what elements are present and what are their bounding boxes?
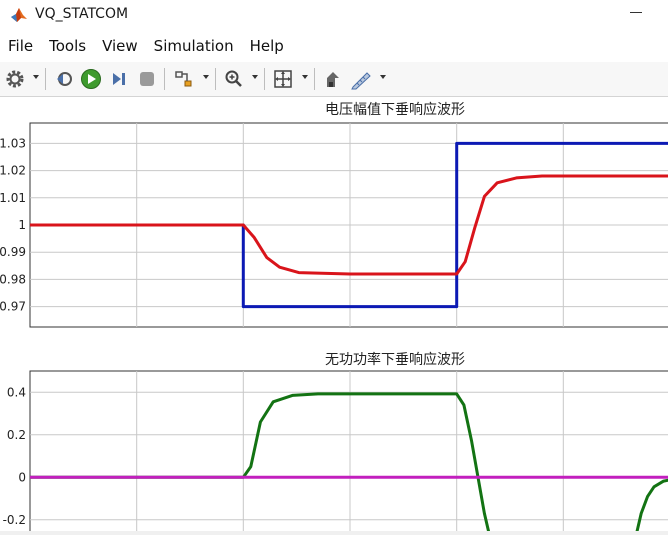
style-button[interactable] (349, 67, 373, 91)
y-tick-label: 1.01 (0, 191, 26, 205)
step-forward-icon (113, 73, 125, 85)
stop-button[interactable] (135, 67, 159, 91)
y-tick-label: 1.03 (0, 136, 26, 150)
y-tick-label: 1.02 (0, 164, 26, 178)
step-back-icon (57, 72, 72, 86)
toolbar-separator (215, 68, 216, 90)
y-tick-label: 0.99 (0, 245, 26, 259)
voltage-chart-title: 电压幅值下垂响应波形 (325, 101, 465, 118)
reactive-power-axes[interactable]: 无功功率下垂响应波形 -0.2 0 0.2 0.4 (3, 351, 668, 535)
y-tick-label: -0.2 (3, 513, 26, 527)
settings-dropdown-arrow[interactable] (33, 75, 39, 79)
settings-icon (6, 70, 24, 88)
zoom-icon (225, 70, 242, 87)
stop-icon (140, 72, 154, 86)
signal-select-button[interactable] (172, 67, 196, 91)
y-tick-label: 0.2 (7, 428, 26, 442)
toolbar-separator (164, 68, 165, 90)
reactive-power-chart-title: 无功功率下垂响应波形 (325, 351, 465, 368)
title-bar: VQ_STATCOM (0, 0, 668, 30)
toolbar (0, 62, 668, 97)
signal-dropdown-arrow[interactable] (203, 75, 209, 79)
toolbar-separator (45, 68, 46, 90)
highlight-block-icon (327, 72, 339, 87)
run-button[interactable] (79, 67, 103, 91)
menu-tools[interactable]: Tools (41, 30, 94, 62)
signal-select-icon (175, 71, 192, 87)
matlab-logo-icon (11, 8, 27, 22)
run-icon (81, 69, 101, 89)
style-dropdown-arrow[interactable] (380, 75, 386, 79)
zoom-button[interactable] (222, 67, 246, 91)
fit-to-view-button[interactable] (271, 67, 295, 91)
toolbar-separator (264, 68, 265, 90)
scope-plots-svg: 电压幅值下垂响应波形 0.97 0.98 0.99 1 1.01 1.02 1.03 无功功… (0, 101, 668, 535)
minimize-button[interactable] (630, 12, 642, 13)
menu-file[interactable]: File (0, 30, 41, 62)
y-tick-label: 0.98 (0, 272, 26, 286)
voltage-axes[interactable]: 电压幅值下垂响应波形 0.97 0.98 0.99 1 1.01 1.02 1.03 (0, 101, 668, 328)
fit-dropdown-arrow[interactable] (302, 75, 308, 79)
y-tick-label: 1 (18, 218, 26, 232)
y-tick-label: 0.4 (7, 385, 26, 399)
y-tick-label: 0 (18, 470, 26, 484)
toolbar-separator (314, 68, 315, 90)
menu-simulation[interactable]: Simulation (146, 30, 242, 62)
reactive-power-ytick-labels: -0.2 0 0.2 0.4 (3, 385, 26, 527)
voltage-ytick-labels: 0.97 0.98 0.99 1 1.01 1.02 1.03 (0, 136, 26, 313)
window-title: VQ_STATCOM (35, 6, 129, 22)
y-tick-label: 0.97 (0, 300, 26, 314)
step-forward-button[interactable] (107, 67, 131, 91)
menu-help[interactable]: Help (242, 30, 292, 62)
highlight-block-button[interactable] (321, 67, 345, 91)
scope-plot-area: 电压幅值下垂响应波形 0.97 0.98 0.99 1 1.01 1.02 1.03 无功功… (0, 97, 668, 535)
menu-view[interactable]: View (94, 30, 146, 62)
menu-bar: File Tools View Simulation Help (0, 30, 668, 62)
zoom-dropdown-arrow[interactable] (252, 75, 258, 79)
style-icon (351, 72, 371, 90)
fit-to-view-icon (274, 70, 292, 88)
step-back-button[interactable] (52, 67, 76, 91)
settings-button[interactable] (3, 67, 27, 91)
